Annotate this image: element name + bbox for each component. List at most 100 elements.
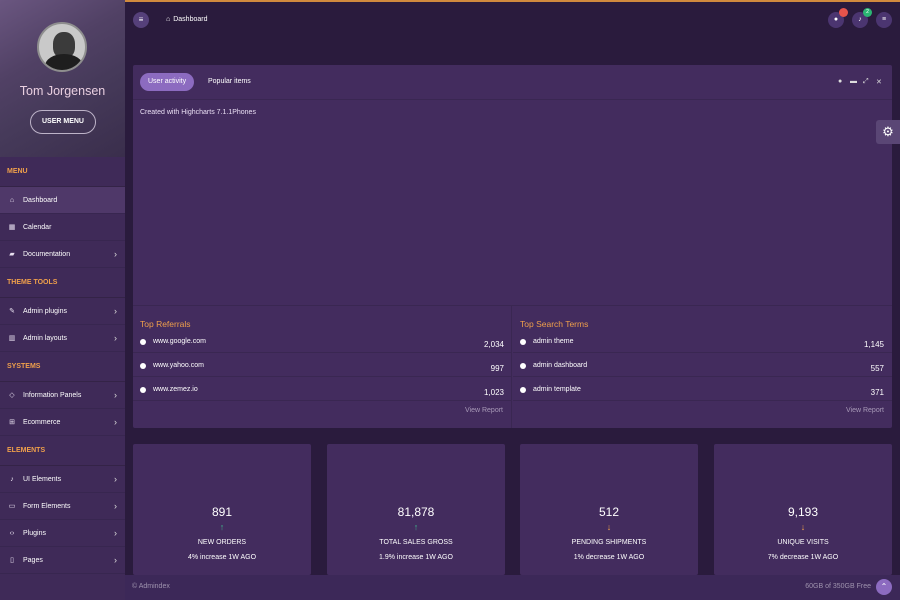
sidebar-item-calendar[interactable]: ▦ Calendar xyxy=(0,214,125,241)
chevron-right-icon: › xyxy=(114,417,117,427)
sidebar-item-pages[interactable]: ▯ Pages › xyxy=(0,547,125,574)
search-term-value: 1,145 xyxy=(863,340,884,349)
user-activity-panel: User activity Popular items ● ▬ ⤢ ✕ Crea… xyxy=(133,65,892,428)
fullscreen-icon[interactable]: ⤢ xyxy=(863,78,869,86)
search-term-label[interactable]: admin theme xyxy=(533,338,573,345)
view-report-link[interactable]: View Report xyxy=(846,407,884,414)
scroll-top-button[interactable]: ⌃ xyxy=(876,579,892,595)
pen-icon: ✎ xyxy=(9,308,15,315)
stat-card-new-orders: 891 ↑ NEW ORDERS 4% increase 1W AGO xyxy=(133,444,311,575)
color-drop-icon[interactable]: ● xyxy=(838,78,842,85)
home-icon: ⌂ xyxy=(9,196,15,204)
settings-gear-button[interactable]: ⚙ xyxy=(876,120,900,144)
tab-user-activity[interactable]: User activity xyxy=(140,73,195,91)
list-item: www.yahoo.com 997 xyxy=(133,354,512,377)
settings-sliders-button[interactable]: ≡ xyxy=(876,12,892,28)
arrow-up-icon: ↑ xyxy=(219,522,225,532)
sidebar-section-title: ELEMENTS xyxy=(0,436,125,466)
sidebar-item-label: Form Elements xyxy=(23,502,71,510)
bullet-icon xyxy=(140,387,146,393)
avatar[interactable] xyxy=(37,22,87,72)
breadcrumb-current[interactable]: Dashboard xyxy=(173,16,207,23)
close-icon[interactable]: ✕ xyxy=(876,78,882,86)
bell-icon: ♪ xyxy=(858,16,862,23)
stat-card-total-sales: 81,878 ↑ TOTAL SALES GROSS 1.9% increase… xyxy=(327,444,505,575)
stat-value: 512 xyxy=(598,505,620,519)
sidebar-item-plugins[interactable]: ‹› Plugins › xyxy=(0,520,125,547)
sidebar-item-label: Calendar xyxy=(23,223,52,231)
home-icon: ⌂ xyxy=(166,16,171,23)
top-search-terms: Top Search Terms admin theme 1,145 admin … xyxy=(513,305,892,428)
sidebar-nav: MENU ⌂ Dashboard ▦ Calendar ▰ Documentation › TH… xyxy=(0,157,125,574)
sidebar-item-information-panels[interactable]: ◇ Information Panels › xyxy=(0,382,125,409)
sidebar-item-dashboard[interactable]: ⌂ Dashboard xyxy=(0,187,125,214)
search-term-value: 371 xyxy=(870,388,884,397)
minimize-icon[interactable]: ▬ xyxy=(850,78,857,85)
stat-change: 1.9% increase 1W AGO xyxy=(379,554,453,561)
user-menu-button[interactable]: USER MENU xyxy=(30,110,96,134)
storage-info: 60GB of 350GB Free xyxy=(805,583,871,590)
chat-icon: ● xyxy=(833,16,839,23)
sliders-icon: ≡ xyxy=(881,16,887,23)
cart-icon: ⊞ xyxy=(9,419,15,426)
sidebar: Tom Jorgensen USER MENU MENU ⌂ Dashboard ▦ C… xyxy=(0,0,125,600)
bullet-icon xyxy=(520,339,526,345)
referral-label[interactable]: www.yahoo.com xyxy=(153,362,204,369)
top-search-terms-title: Top Search Terms xyxy=(520,319,589,329)
chevron-right-icon: › xyxy=(114,306,117,316)
user-name: Tom Jorgensen xyxy=(19,84,106,98)
list-item: www.zemez.io 1,023 xyxy=(133,378,512,401)
chevron-right-icon: › xyxy=(114,390,117,400)
bell-icon: ♪ xyxy=(10,475,14,483)
notifications-button[interactable]: ♪ 2 xyxy=(852,8,872,28)
code-icon: ‹› xyxy=(9,529,15,537)
referral-value: 2,034 xyxy=(483,340,504,349)
chevron-right-icon: › xyxy=(114,555,117,565)
copyright: © Admindex xyxy=(132,583,170,590)
chart-credit[interactable]: Created with Highcharts 7.1.1Phones xyxy=(140,109,256,116)
avatar-body xyxy=(45,54,83,70)
stat-value: 891 xyxy=(211,505,233,519)
chevron-right-icon: › xyxy=(114,501,117,511)
list-item: admin theme 1,145 xyxy=(513,330,892,353)
sidebar-section-title: MENU xyxy=(0,157,125,187)
sidebar-item-admin-layouts[interactable]: ▥ Admin layouts › xyxy=(0,325,125,352)
sidebar-item-label: Admin plugins xyxy=(23,307,67,315)
menu-toggle-button[interactable]: ≡ xyxy=(133,12,149,28)
sidebar-item-documentation[interactable]: ▰ Documentation › xyxy=(0,241,125,268)
chevron-up-icon: ⌃ xyxy=(880,582,888,591)
sidebar-item-ecommerce[interactable]: ⊞ Ecommerce › xyxy=(0,409,125,436)
calendar-icon: ▦ xyxy=(8,224,16,231)
sidebar-item-label: Plugins xyxy=(23,529,46,537)
chevron-right-icon: › xyxy=(114,333,117,343)
view-report-link[interactable]: View Report xyxy=(465,407,503,414)
sidebar-item-label: Dashboard xyxy=(23,196,58,204)
stat-title: NEW ORDERS xyxy=(197,539,247,546)
layout-icon: ▥ xyxy=(8,335,16,342)
list-item: admin template 371 xyxy=(513,378,892,401)
referral-label[interactable]: www.google.com xyxy=(153,338,206,345)
sidebar-item-label: UI Elements xyxy=(23,475,62,483)
stat-change: 4% increase 1W AGO xyxy=(187,554,257,561)
profile-panel: Tom Jorgensen USER MENU xyxy=(0,0,125,157)
chat-button[interactable]: ● xyxy=(828,8,848,28)
bullet-icon xyxy=(140,363,146,369)
search-term-label[interactable]: admin template xyxy=(533,386,581,393)
search-term-label[interactable]: admin dashboard xyxy=(533,362,587,369)
hamburger-icon: ≡ xyxy=(138,15,144,24)
referral-label[interactable]: www.zemez.io xyxy=(153,386,198,393)
bullet-icon xyxy=(520,387,526,393)
sidebar-item-admin-plugins[interactable]: ✎ Admin plugins › xyxy=(0,298,125,325)
breadcrumb: ⌂ Dashboard xyxy=(166,16,207,23)
diamond-icon: ◇ xyxy=(9,392,15,399)
arrow-down-icon: ↓ xyxy=(800,522,806,532)
top-referrals: Top Referrals www.google.com 2,034 www.ya… xyxy=(133,305,512,428)
stat-title: TOTAL SALES GROSS xyxy=(379,539,453,546)
stat-card-pending-shipments: 512 ↓ PENDING SHIPMENTS 1% decrease 1W A… xyxy=(520,444,698,575)
sidebar-item-form-elements[interactable]: ▭ Form Elements › xyxy=(0,493,125,520)
sidebar-item-ui-elements[interactable]: ♪ UI Elements › xyxy=(0,466,125,493)
list-item: admin dashboard 557 xyxy=(513,354,892,377)
tab-popular-items[interactable]: Popular items xyxy=(200,73,259,91)
inbox-icon: ▭ xyxy=(8,503,16,510)
gear-icon: ⚙ xyxy=(882,124,894,139)
